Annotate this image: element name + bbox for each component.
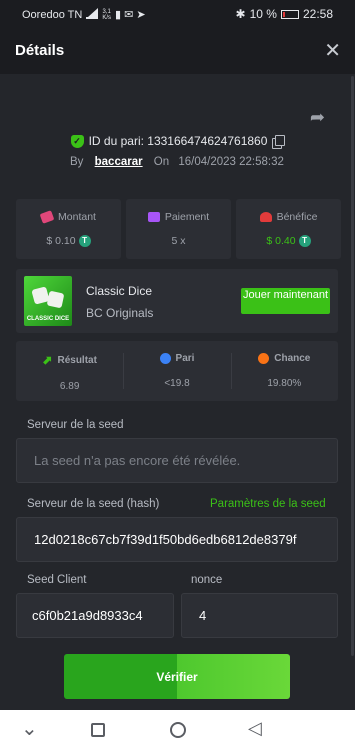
seed-settings-link[interactable]: Paramètres de la seed: [210, 498, 326, 510]
chance-label: Chance: [274, 353, 311, 364]
battery-percent: 10 %: [249, 7, 277, 21]
bet-id-row: ✓ ID du pari: 133166474624761860: [0, 134, 355, 149]
bet-label: Pari: [175, 353, 195, 364]
usdt-coin-icon: T: [298, 235, 311, 247]
verified-shield-icon: ✓: [70, 134, 84, 148]
on-label: On: [153, 156, 170, 168]
stat-profit: Bénéfice $ 0.40 T: [236, 199, 341, 259]
game-thumbnail[interactable]: CLASSIC DICE: [24, 276, 72, 326]
client-seed-label: Seed Client: [27, 574, 87, 586]
server-seed-label: Serveur de la seed: [27, 419, 124, 431]
status-bar: Ooredoo TN 3,1 K/s ▮ ✉ ➤ ✱ 10 % 22:58: [0, 0, 355, 28]
bluetooth-icon: ✱: [235, 7, 246, 21]
nonce-field[interactable]: 4: [181, 593, 338, 638]
recents-icon[interactable]: [91, 723, 105, 737]
notification-icons: ▮ ✉ ➤: [115, 9, 146, 21]
bet-item: Pari <19.8: [123, 341, 230, 401]
network-speed: 3,1 K/s: [102, 9, 111, 21]
bet-results: ⬈ Résultat 6.89 Pari <19.8 Chance 19.80%: [16, 341, 338, 401]
game-card: CLASSIC DICE Classic Dice BC Originals J…: [16, 269, 338, 333]
page-title: Détails: [15, 42, 65, 59]
copy-icon[interactable]: [272, 135, 286, 149]
network-speed-unit: K/s: [102, 14, 111, 21]
server-seed-hash-label: Serveur de la seed (hash): [27, 498, 160, 510]
by-label: By: [70, 156, 84, 168]
result-item: ⬈ Résultat 6.89: [16, 341, 123, 401]
stat-amount-value: $ 0.10: [46, 235, 76, 247]
battery-icon: [280, 9, 299, 19]
clock: 22:58: [302, 7, 333, 21]
nav-down-icon[interactable]: ⌄: [21, 716, 38, 741]
nonce-label: nonce: [191, 574, 223, 586]
share-icon[interactable]: ➦: [310, 107, 325, 128]
chart-icon: ⬈: [42, 353, 53, 367]
client-seed-field[interactable]: c6f0b21a9d8933c4: [16, 593, 174, 638]
close-icon[interactable]: ✕: [324, 38, 341, 63]
game-provider: BC Originals: [86, 306, 154, 320]
chance-item: Chance 19.80%: [230, 341, 338, 401]
stat-payout: Paiement 5 x: [126, 199, 231, 259]
game-name: Classic Dice: [86, 284, 153, 298]
play-now-button[interactable]: Jouer maintenant: [241, 288, 330, 314]
bet-value: <19.8: [164, 378, 190, 389]
system-nav-bar: ⌄ ◁: [0, 710, 355, 750]
status-right: ✱ 10 % 22:58: [236, 7, 333, 21]
carrier-label: Ooredoo TN: [22, 8, 83, 21]
back-icon[interactable]: ◁: [248, 718, 262, 739]
signal-icon: [86, 8, 99, 19]
stat-payout-label: Paiement: [164, 211, 210, 223]
stat-profit-value: $ 0.40: [266, 235, 296, 247]
chance-value: 19.80%: [267, 378, 302, 389]
server-seed-hash-field[interactable]: 12d0218c67cb7f39d1f50bd6edb6812de8379f: [16, 517, 338, 562]
dice-icon: [46, 290, 65, 309]
coins-icon: [259, 212, 272, 222]
wallet-icon: [39, 210, 55, 224]
target-icon: [159, 353, 171, 364]
modal-header: Détails ✕: [0, 28, 355, 74]
stat-payout-value: 5 x: [171, 235, 186, 247]
result-label: Résultat: [57, 354, 97, 366]
result-value: 6.89: [59, 381, 80, 392]
usdt-coin-icon: T: [78, 235, 91, 247]
user-link[interactable]: baccarar: [95, 156, 143, 168]
stat-profit-label: Bénéfice: [276, 211, 318, 223]
verify-button[interactable]: Vérifier: [64, 654, 290, 699]
server-seed-field[interactable]: La seed n'a pas encore été révélée.: [16, 438, 338, 483]
stat-amount: Montant $ 0.10 T: [16, 199, 121, 259]
percent-icon: [258, 353, 270, 364]
status-left: Ooredoo TN 3,1 K/s ▮ ✉ ➤: [22, 8, 146, 21]
scrollbar[interactable]: [351, 76, 354, 656]
bet-byline: By baccarar On 16/04/2023 22:58:32: [70, 156, 284, 168]
home-icon[interactable]: [170, 722, 186, 738]
bet-stats: Montant $ 0.10 T Paiement 5 x Bénéfice $ …: [16, 199, 341, 259]
thumbnail-caption: CLASSIC DICE: [26, 316, 70, 322]
stat-amount-label: Montant: [58, 211, 96, 223]
card-icon: [147, 212, 160, 222]
bet-date: 16/04/2023 22:58:32: [178, 156, 284, 168]
bet-id: ID du pari: 133166474624761860: [88, 134, 268, 148]
